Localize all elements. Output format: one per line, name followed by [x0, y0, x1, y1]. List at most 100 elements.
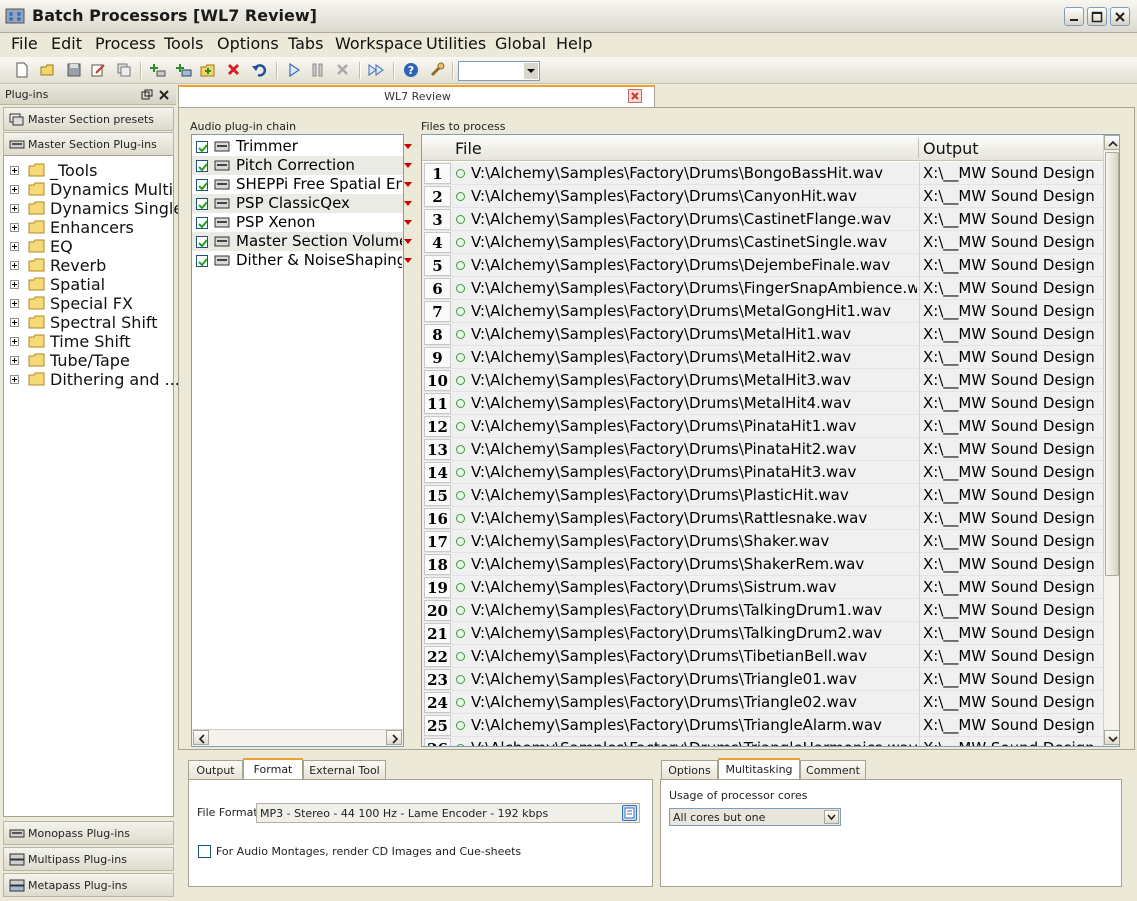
dropdown-arrow-icon[interactable] — [404, 220, 412, 225]
tab-options[interactable]: Options — [661, 760, 718, 779]
table-row[interactable]: 19 V:\Alchemy\Samples\Factory\Drums\Sistr… — [422, 576, 1105, 599]
close-panel-icon[interactable] — [158, 89, 170, 101]
chain-item-checkbox[interactable] — [196, 160, 208, 172]
table-row[interactable]: 13 V:\Alchemy\Samples\Factory\Drums\Pinat… — [422, 438, 1105, 461]
add-plugin-button[interactable] — [148, 60, 170, 81]
montage-checkbox[interactable] — [198, 845, 211, 858]
file-format-edit-button[interactable] — [622, 805, 637, 821]
column-header-file[interactable]: File — [455, 139, 482, 158]
table-row[interactable]: 8 V:\Alchemy\Samples\Factory\Drums\MetalH… — [422, 323, 1105, 346]
table-row[interactable]: 16 V:\Alchemy\Samples\Factory\Drums\Rattl… — [422, 507, 1105, 530]
master-section-presets-button[interactable]: Master Section presets — [3, 107, 174, 131]
metapass-plugins-button[interactable]: Metapass Plug-ins — [3, 873, 174, 897]
master-section-plugins-button[interactable]: Master Section Plug-ins — [3, 132, 174, 156]
expand-icon[interactable] — [10, 356, 19, 365]
tab-output[interactable]: Output — [188, 760, 243, 779]
scroll-down-button[interactable] — [1104, 730, 1119, 745]
undo-button[interactable] — [249, 60, 271, 81]
dropdown-arrow-icon[interactable] — [404, 163, 412, 168]
menu-options[interactable]: Options — [217, 34, 279, 54]
open-button[interactable] — [38, 60, 60, 81]
maximize-button[interactable] — [1087, 7, 1107, 26]
chain-item-checkbox[interactable] — [196, 198, 208, 210]
toolbar-combo[interactable] — [458, 61, 540, 81]
dropdown-arrow-icon[interactable] — [404, 201, 412, 206]
expand-icon[interactable] — [10, 318, 19, 327]
file-format-field[interactable]: MP3 - Stereo - 44 100 Hz - Lame Encoder … — [256, 803, 640, 823]
expand-icon[interactable] — [10, 299, 19, 308]
table-row[interactable]: 7 V:\Alchemy\Samples\Factory\Drums\MetalG… — [422, 300, 1105, 323]
table-row[interactable]: 6 V:\Alchemy\Samples\Factory\Drums\Finger… — [422, 277, 1105, 300]
table-row[interactable]: 2 V:\Alchemy\Samples\Factory\Drums\Canyon… — [422, 185, 1105, 208]
table-row[interactable]: 25 V:\Alchemy\Samples\Factory\Drums\Trian… — [422, 714, 1105, 737]
minimize-button[interactable] — [1064, 7, 1084, 26]
expand-icon[interactable] — [10, 185, 19, 194]
table-row[interactable]: 1 V:\Alchemy\Samples\Factory\Drums\BongoB… — [422, 162, 1105, 185]
tab-external-tool[interactable]: External Tool — [303, 760, 386, 779]
table-row[interactable]: 17 V:\Alchemy\Samples\Factory\Drums\Shake… — [422, 530, 1105, 553]
expand-icon[interactable] — [10, 204, 19, 213]
table-row[interactable]: 3 V:\Alchemy\Samples\Factory\Drums\Castin… — [422, 208, 1105, 231]
table-row[interactable]: 11 V:\Alchemy\Samples\Factory\Drums\Metal… — [422, 392, 1105, 415]
cores-select-arrow[interactable] — [824, 810, 839, 824]
tab-multitasking[interactable]: Multitasking — [718, 758, 800, 779]
expand-icon[interactable] — [10, 280, 19, 289]
expand-icon[interactable] — [10, 375, 19, 384]
dropdown-arrow-icon[interactable] — [404, 258, 412, 263]
table-row[interactable]: 4 V:\Alchemy\Samples\Factory\Drums\Castin… — [422, 231, 1105, 254]
cores-select[interactable]: All cores but one — [669, 808, 841, 826]
monopass-plugins-button[interactable]: Monopass Plug-ins — [3, 821, 174, 845]
table-row[interactable]: 14 V:\Alchemy\Samples\Factory\Drums\Pinat… — [422, 461, 1105, 484]
chain-horizontal-scrollbar[interactable] — [192, 729, 403, 746]
scroll-right-button[interactable] — [386, 730, 402, 745]
menu-edit[interactable]: Edit — [51, 34, 82, 54]
table-row[interactable]: 15 V:\Alchemy\Samples\Factory\Drums\Plast… — [422, 484, 1105, 507]
column-divider[interactable] — [918, 138, 919, 158]
expand-icon[interactable] — [10, 261, 19, 270]
play-button[interactable] — [284, 60, 306, 81]
table-row[interactable]: 18 V:\Alchemy\Samples\Factory\Drums\Shake… — [422, 553, 1105, 576]
table-row[interactable]: 12 V:\Alchemy\Samples\Factory\Drums\Pinat… — [422, 415, 1105, 438]
table-row[interactable]: 5 V:\Alchemy\Samples\Factory\Drums\Dejemb… — [422, 254, 1105, 277]
chain-item-psp-classicqex[interactable]: PSP ClassicQex — [192, 194, 412, 213]
menu-global[interactable]: Global — [495, 34, 546, 54]
tools-button[interactable] — [427, 60, 449, 81]
restore-panel-icon[interactable] — [141, 89, 153, 101]
dropdown-arrow-icon[interactable] — [404, 182, 412, 187]
menu-utilities[interactable]: Utilities — [426, 34, 486, 54]
chain-item-checkbox[interactable] — [196, 141, 208, 153]
table-row[interactable]: 20 V:\Alchemy\Samples\Factory\Drums\Talki… — [422, 599, 1105, 622]
table-row[interactable]: 10 V:\Alchemy\Samples\Factory\Drums\Metal… — [422, 369, 1105, 392]
stop-button[interactable] — [333, 60, 355, 81]
menu-tools[interactable]: Tools — [164, 34, 203, 54]
process-button[interactable] — [366, 60, 388, 81]
close-tab-button[interactable] — [628, 89, 642, 103]
dropdown-arrow-icon[interactable] — [404, 144, 412, 149]
scroll-left-button[interactable] — [193, 730, 209, 745]
column-header-output[interactable]: Output — [923, 139, 979, 158]
chain-item-checkbox[interactable] — [196, 179, 208, 191]
expand-icon[interactable] — [10, 223, 19, 232]
add-plugin-alt-button[interactable] — [174, 60, 196, 81]
save-button[interactable] — [64, 60, 86, 81]
chain-item-sheppi[interactable]: SHEPPi Free Spatial Enhancer — [192, 175, 412, 194]
chain-item-master-section-volume[interactable]: Master Section Volume — [192, 232, 412, 251]
chain-item-pitch-correction[interactable]: Pitch Correction — [192, 156, 412, 175]
document-tab[interactable]: WL7 Review — [178, 85, 655, 107]
table-row[interactable]: 21 V:\Alchemy\Samples\Factory\Drums\Talki… — [422, 622, 1105, 645]
copy-button[interactable] — [114, 60, 136, 81]
tab-format[interactable]: Format — [243, 758, 303, 779]
expand-icon[interactable] — [10, 337, 19, 346]
dropdown-arrow-icon[interactable] — [404, 239, 412, 244]
table-row[interactable]: 22 V:\Alchemy\Samples\Factory\Drums\Tibet… — [422, 645, 1105, 668]
scrollbar-thumb[interactable] — [1105, 152, 1119, 576]
pause-button[interactable] — [308, 60, 330, 81]
table-row[interactable]: 24 V:\Alchemy\Samples\Factory\Drums\Trian… — [422, 691, 1105, 714]
toolbar-combo-arrow[interactable] — [524, 63, 538, 79]
chain-item-psp-xenon[interactable]: PSP Xenon — [192, 213, 412, 232]
help-button[interactable]: ? — [401, 60, 423, 81]
chain-item-trimmer[interactable]: Trimmer — [192, 137, 412, 156]
menu-process[interactable]: Process — [95, 34, 156, 54]
multipass-plugins-button[interactable]: Multipass Plug-ins — [3, 847, 174, 871]
tab-comment[interactable]: Comment — [800, 760, 866, 779]
